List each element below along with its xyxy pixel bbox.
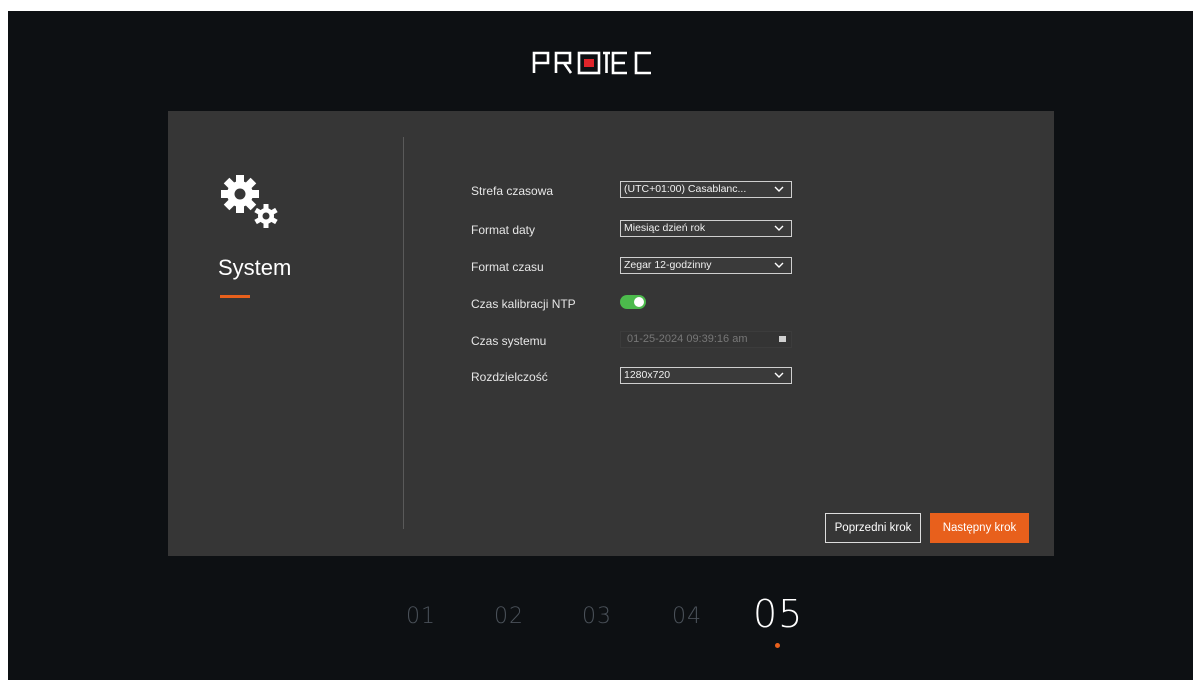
timezone-select[interactable]: (UTC+01:00) Casablanc... [620, 181, 792, 198]
chevron-down-icon [774, 372, 784, 378]
date-format-value: Miesiąc dzień rok [624, 222, 706, 234]
time-format-label: Format czasu [471, 260, 544, 274]
calendar-icon [779, 336, 786, 342]
ntp-label: Czas kalibracji NTP [471, 297, 576, 311]
settings-panel: System Strefa czasowa (UTC+01:00) Casabl… [168, 111, 1054, 556]
system-time-field: 01-25-2024 09:39:16 am [620, 331, 792, 348]
resolution-label: Rozdzielczość [471, 370, 548, 384]
step-02[interactable]: 02 [494, 604, 524, 629]
chevron-down-icon [774, 262, 784, 268]
vertical-divider [403, 137, 404, 529]
protec-logo [532, 51, 651, 75]
ntp-toggle[interactable] [620, 295, 646, 309]
time-format-value: Zegar 12-godzinny [624, 259, 712, 271]
date-format-label: Format daty [471, 223, 536, 237]
step-05-active[interactable]: 05 [753, 592, 803, 636]
step-03[interactable]: 03 [582, 604, 612, 629]
time-format-select[interactable]: Zegar 12-godzinny [620, 257, 792, 274]
chevron-down-icon [774, 186, 784, 192]
toggle-knob [634, 297, 644, 307]
date-format-select[interactable]: Miesiąc dzień rok [620, 220, 792, 237]
section-title: System [218, 255, 292, 280]
resolution-value: 1280x720 [624, 369, 671, 381]
setup-wizard-screen: System Strefa czasowa (UTC+01:00) Casabl… [8, 11, 1193, 680]
step-indicator: 01 02 03 04 05 [8, 592, 1193, 656]
active-step-dot [775, 643, 780, 648]
step-01[interactable]: 01 [406, 604, 436, 629]
section-underline [220, 295, 250, 298]
resolution-select[interactable]: 1280x720 [620, 367, 792, 384]
timezone-value: (UTC+01:00) Casablanc... [624, 183, 747, 195]
next-step-button[interactable]: Następny krok [930, 513, 1029, 543]
gears-icon [221, 175, 278, 228]
timezone-label: Strefa czasowa [471, 184, 554, 198]
system-time-value: 01-25-2024 09:39:16 am [627, 333, 748, 345]
step-04[interactable]: 04 [672, 604, 702, 629]
system-time-label: Czas systemu [471, 334, 547, 348]
previous-step-button[interactable]: Poprzedni krok [825, 513, 921, 543]
chevron-down-icon [774, 225, 784, 231]
